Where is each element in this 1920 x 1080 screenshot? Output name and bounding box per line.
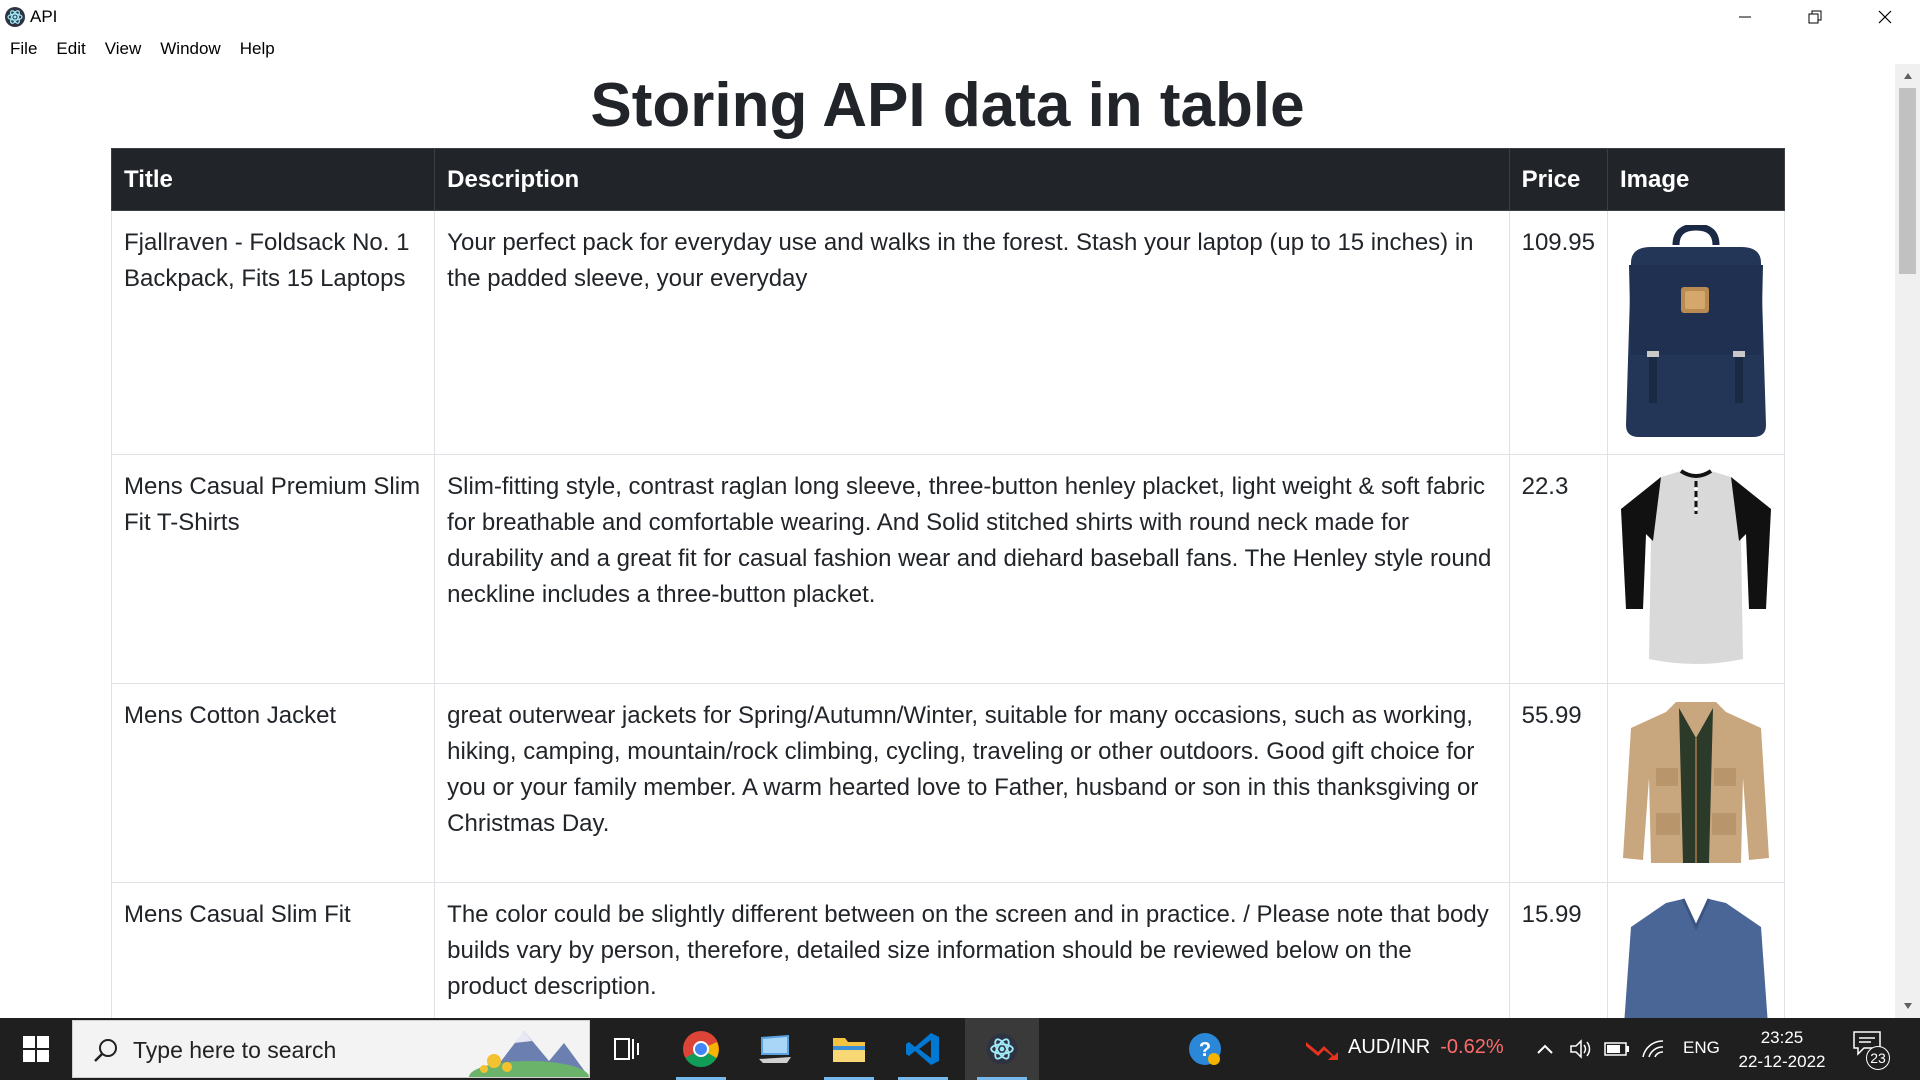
products-table: Title Description Price Image Fjallraven…: [110, 148, 1785, 1018]
cell-price: 55.99: [1508, 683, 1609, 883]
scroll-up-arrow[interactable]: [1895, 68, 1920, 84]
backpack-image: [1626, 225, 1766, 437]
vertical-scrollbar[interactable]: [1895, 64, 1920, 1018]
triangle-up-icon: [1903, 73, 1912, 79]
header-title: Title: [110, 148, 436, 211]
start-button[interactable]: [0, 1018, 72, 1080]
cell-title: Fjallraven - Foldsack No. 1 Backpack, Fi…: [110, 210, 436, 455]
taskbar-clock[interactable]: 23:25 22-12-2022: [1732, 1026, 1832, 1074]
minimize-button[interactable]: [1710, 0, 1780, 34]
notification-count-badge: 23: [1866, 1046, 1890, 1070]
table-row: Mens Casual Premium Slim Fit T-Shirts Sl…: [110, 454, 1785, 684]
vscode-icon: [906, 1033, 939, 1065]
cell-description: Your perfect pack for everyday use and w…: [434, 210, 1510, 455]
menu-help[interactable]: Help: [240, 39, 275, 59]
window-title: API: [30, 7, 58, 26]
cell-title: Mens Casual Slim Fit: [110, 882, 436, 1018]
chevron-up-icon: [1537, 1044, 1553, 1054]
windows-logo-icon: [23, 1036, 49, 1062]
ticker-change: -0.62%: [1440, 1036, 1504, 1058]
table-row: Mens Cotton Jacket great outerwear jacke…: [110, 683, 1785, 883]
tshirt-image: [1621, 469, 1771, 664]
title-bar: API: [0, 0, 1920, 34]
folder-icon: [833, 1038, 865, 1062]
taskbar-search-box[interactable]: Type here to search: [72, 1020, 590, 1078]
wifi-icon: [1642, 1040, 1664, 1058]
search-highlight-art-icon: [469, 1031, 589, 1077]
battery-icon: [1604, 1042, 1629, 1056]
restore-button[interactable]: [1780, 0, 1850, 34]
cell-image: [1607, 210, 1785, 455]
scroll-down-arrow[interactable]: [1895, 998, 1920, 1014]
battery-button[interactable]: [1604, 1036, 1630, 1062]
cell-price: 15.99: [1508, 882, 1609, 1018]
action-center-button[interactable]: 23: [1852, 1030, 1892, 1070]
minimize-icon: [1739, 16, 1751, 18]
task-view-button[interactable]: [590, 1018, 664, 1080]
cell-title: Mens Casual Premium Slim Fit T-Shirts: [110, 454, 436, 684]
clock-date: 22-12-2022: [1738, 1052, 1826, 1071]
cell-price: 109.95: [1508, 210, 1609, 455]
electron-app-icon: [986, 1033, 1018, 1065]
longsleeve-image: [1624, 898, 1768, 1018]
search-icon: [94, 1039, 117, 1062]
taskbar-vscode[interactable]: [886, 1018, 960, 1080]
speaker-icon: [1570, 1039, 1591, 1059]
help-icon: ?: [1189, 1033, 1221, 1065]
cell-description: great outerwear jackets for Spring/Autum…: [434, 683, 1510, 883]
close-icon: [1878, 10, 1892, 24]
cell-image: [1607, 683, 1785, 883]
header-image: Image: [1607, 148, 1785, 211]
jacket-image: [1623, 702, 1769, 863]
close-button[interactable]: [1850, 0, 1920, 34]
page-title: Storing API data in table: [590, 71, 1305, 140]
taskbar-get-help[interactable]: ?: [1168, 1018, 1242, 1080]
taskbar-electron-app[interactable]: [965, 1018, 1039, 1080]
menu-edit[interactable]: Edit: [56, 39, 85, 59]
cell-image: [1607, 882, 1785, 1018]
stock-ticker[interactable]: AUD/INR -0.62%: [1348, 1036, 1504, 1059]
show-hidden-icons-button[interactable]: [1532, 1036, 1558, 1062]
cell-price: 22.3: [1508, 454, 1609, 684]
input-language[interactable]: ENG: [1683, 1038, 1720, 1058]
stock-down-arrow-icon: [1306, 1042, 1338, 1060]
task-view-icon: [614, 1038, 639, 1060]
header-description: Description: [434, 148, 1510, 211]
table-header-row: Title Description Price Image: [110, 148, 1785, 211]
network-button[interactable]: [1640, 1036, 1666, 1062]
computer-icon: [759, 1035, 791, 1063]
cell-description: Slim-fitting style, contrast raglan long…: [434, 454, 1510, 684]
triangle-down-icon: [1903, 1003, 1912, 1009]
search-placeholder: Type here to search: [133, 1037, 337, 1063]
taskbar: Type here to search ? AUD/INR -0.62% ENG…: [0, 1018, 1920, 1080]
electron-app-icon: [5, 7, 25, 27]
ticker-symbol: AUD/INR: [1348, 1036, 1431, 1058]
menu-bar: File Edit View Window Help: [0, 34, 1920, 64]
menu-window[interactable]: Window: [160, 39, 220, 59]
volume-button[interactable]: [1568, 1036, 1594, 1062]
taskbar-chrome[interactable]: [664, 1018, 738, 1080]
table-row: Fjallraven - Foldsack No. 1 Backpack, Fi…: [110, 210, 1785, 455]
clock-time: 23:25: [1760, 1028, 1804, 1047]
page-content: Storing API data in table Title Descript…: [0, 64, 1895, 1018]
table-row: Mens Casual Slim Fit The color could be …: [110, 882, 1785, 1018]
taskbar-file-explorer[interactable]: [812, 1018, 886, 1080]
cell-title: Mens Cotton Jacket: [110, 683, 436, 883]
cell-description: The color could be slightly different be…: [434, 882, 1510, 1018]
cell-image: [1607, 454, 1785, 684]
restore-icon: [1808, 10, 1822, 24]
header-price: Price: [1508, 148, 1609, 211]
scroll-thumb[interactable]: [1899, 88, 1916, 274]
chrome-icon: [683, 1031, 719, 1068]
taskbar-this-pc[interactable]: [738, 1018, 812, 1080]
menu-view[interactable]: View: [105, 39, 142, 59]
menu-file[interactable]: File: [10, 39, 37, 59]
